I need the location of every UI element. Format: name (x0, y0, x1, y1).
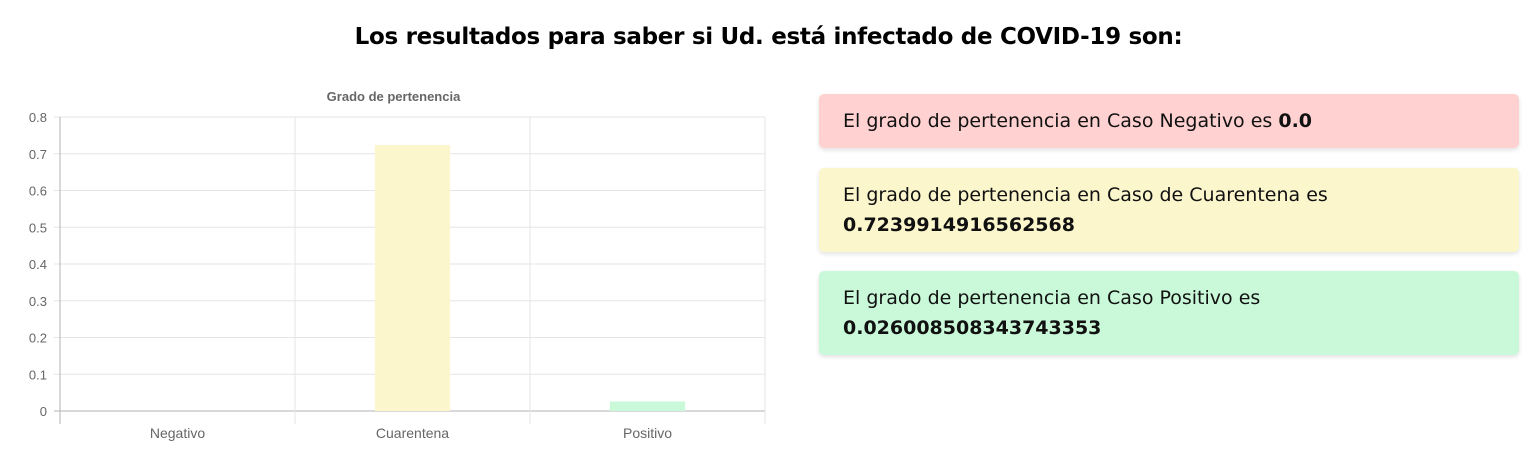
y-tick-label: 0.2 (29, 331, 47, 346)
membership-bar-chart: Grado de pertenencia 0.8 0.7 0.6 0.5 0.4 0.3 0.… (0, 80, 790, 460)
x-category-label: Cuarentena (376, 425, 449, 441)
result-card-quarantine: El grado de pertenencia en Caso de Cuare… (819, 168, 1519, 252)
result-quarantine-text: El grado de pertenencia en Caso de Cuare… (843, 184, 1328, 206)
result-positive-text: El grado de pertenencia en Caso Positivo… (843, 287, 1261, 309)
bar-cuarentena (374, 144, 451, 411)
result-card-negative: El grado de pertenencia en Caso Negativo… (819, 94, 1519, 148)
chart-title: Grado de pertenencia (327, 89, 461, 104)
y-tick-label: 0.3 (29, 294, 47, 309)
x-category-label: Negativo (150, 425, 205, 441)
chart-svg: Grado de pertenencia 0.8 0.7 0.6 0.5 0.4 0.3 0.… (29, 89, 766, 441)
result-negative-text: El grado de pertenencia en Caso Negativo… (843, 110, 1279, 132)
bar-positivo (609, 401, 686, 411)
y-tick-label: 0.7 (29, 147, 47, 162)
result-card-positive: El grado de pertenencia en Caso Positivo… (819, 271, 1519, 355)
result-negative-value: 0.0 (1278, 110, 1313, 132)
y-tick-label: 0.6 (29, 184, 47, 199)
result-positive-value: 0.026008508343743353 (843, 317, 1102, 339)
y-tick-label: 0.4 (29, 257, 47, 272)
page-title: Los resultados para saber si Ud. está in… (354, 24, 1183, 50)
x-category-label: Positivo (623, 425, 672, 441)
y-tick-label: 0.8 (29, 110, 47, 125)
result-quarantine-value: 0.7239914916562568 (843, 214, 1075, 236)
y-tick-label: 0 (40, 404, 47, 419)
y-tick-label: 0.1 (29, 367, 47, 382)
y-tick-label: 0.5 (29, 220, 47, 235)
